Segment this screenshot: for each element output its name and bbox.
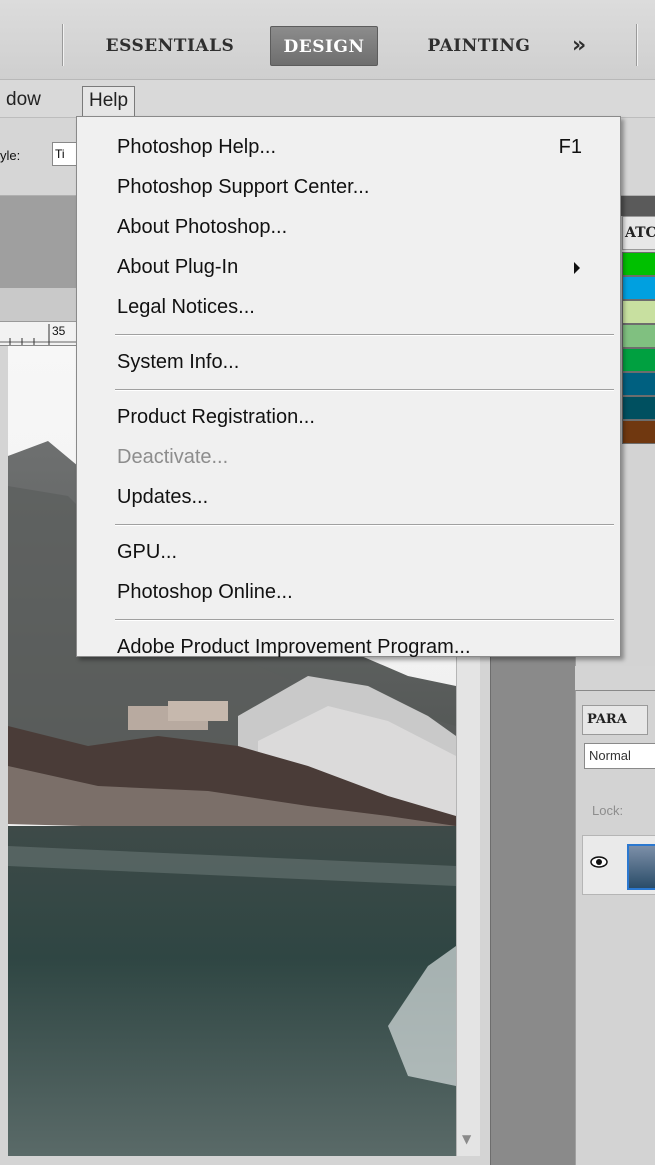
- swatch-grid: [622, 252, 655, 444]
- menu-item-about-plug-in[interactable]: About Plug-In: [77, 247, 620, 287]
- workspace-switcher-bar: ESSENTIALS DESIGN PAINTING »: [0, 0, 655, 80]
- color-swatch[interactable]: [622, 324, 655, 348]
- menu-item-photoshop-help[interactable]: Photoshop Help... F1: [77, 127, 620, 167]
- menu-separator: [77, 382, 620, 397]
- menu-item-label: About Plug-In: [117, 256, 239, 278]
- menu-separator: [77, 517, 620, 532]
- ruler-number: 35: [52, 324, 66, 338]
- workspace-design-button[interactable]: DESIGN: [270, 26, 378, 66]
- swatches-tab[interactable]: ATC: [622, 216, 655, 250]
- menu-item-about-photoshop[interactable]: About Photoshop...: [77, 207, 620, 247]
- style-label: yle:: [0, 148, 21, 163]
- menu-item-label: Product Registration...: [117, 406, 315, 428]
- menu-separator: [77, 612, 620, 627]
- toolbar-separator: [636, 24, 638, 66]
- menu-bar: dow Help: [0, 80, 655, 118]
- menu-help[interactable]: Help: [82, 86, 136, 116]
- menu-item-adobe-product-improvement-program[interactable]: Adobe Product Improvement Program...: [77, 627, 620, 667]
- menu-window[interactable]: dow: [0, 86, 47, 114]
- swatch-row: [622, 348, 655, 372]
- menu-item-label: Photoshop Help...: [117, 136, 276, 158]
- layer-row[interactable]: [582, 835, 655, 895]
- swatch-row: [622, 420, 655, 444]
- swatch-row: [622, 276, 655, 300]
- layers-panel: PARA Normal Lock:: [575, 690, 655, 1165]
- menu-item-legal-notices[interactable]: Legal Notices...: [77, 287, 620, 327]
- blend-mode-select[interactable]: Normal: [584, 743, 655, 769]
- menu-item-label: Legal Notices...: [117, 296, 255, 318]
- swatch-row: [622, 372, 655, 396]
- menu-item-label: Photoshop Online...: [117, 581, 293, 603]
- menu-item-label: Adobe Product Improvement Program...: [117, 636, 471, 658]
- color-swatch[interactable]: [622, 252, 655, 276]
- menu-item-label: System Info...: [117, 351, 240, 373]
- menu-shortcut: F1: [558, 136, 582, 158]
- color-swatch[interactable]: [622, 348, 655, 372]
- menu-separator: [77, 327, 620, 342]
- menu-item-system-info[interactable]: System Info...: [77, 342, 620, 382]
- paragraph-tab[interactable]: PARA: [582, 705, 648, 735]
- menu-item-gpu[interactable]: GPU...: [77, 532, 620, 572]
- eye-icon[interactable]: [589, 852, 609, 872]
- workspace-essentials-button[interactable]: ESSENTIALS: [90, 26, 250, 66]
- color-swatch[interactable]: [622, 420, 655, 444]
- menu-item-photoshop-support-center[interactable]: Photoshop Support Center...: [77, 167, 620, 207]
- toolbar-separator: [62, 24, 64, 66]
- more-workspaces-icon[interactable]: »: [572, 26, 586, 66]
- menu-item-updates[interactable]: Updates...: [77, 477, 620, 517]
- swatch-row: [622, 324, 655, 348]
- menu-item-label: About Photoshop...: [117, 216, 288, 238]
- style-picker[interactable]: Ti: [52, 142, 78, 166]
- swatch-row: [622, 300, 655, 324]
- submenu-arrow-icon: [574, 262, 580, 274]
- menu-item-label: Photoshop Support Center...: [117, 176, 370, 198]
- color-swatch[interactable]: [622, 300, 655, 324]
- menu-item-label: Deactivate...: [117, 446, 229, 468]
- workspace-painting-button[interactable]: PAINTING: [408, 26, 550, 66]
- color-swatch[interactable]: [622, 396, 655, 420]
- menu-item-photoshop-online[interactable]: Photoshop Online...: [77, 572, 620, 612]
- swatch-row: [622, 252, 655, 276]
- color-swatch[interactable]: [622, 276, 655, 300]
- layer-thumbnail[interactable]: [627, 844, 655, 890]
- menu-item-product-registration[interactable]: Product Registration...: [77, 397, 620, 437]
- help-menu-dropdown: Photoshop Help... F1 Photoshop Support Cen…: [76, 116, 621, 658]
- swatch-row: [622, 396, 655, 420]
- lock-label: Lock:: [592, 803, 624, 818]
- menu-item-deactivate: Deactivate...: [77, 437, 620, 477]
- color-swatch[interactable]: [622, 372, 655, 396]
- scroll-down-icon[interactable]: ▼: [462, 1132, 471, 1146]
- menu-item-label: GPU...: [117, 541, 178, 563]
- menu-item-label: Updates...: [117, 486, 209, 508]
